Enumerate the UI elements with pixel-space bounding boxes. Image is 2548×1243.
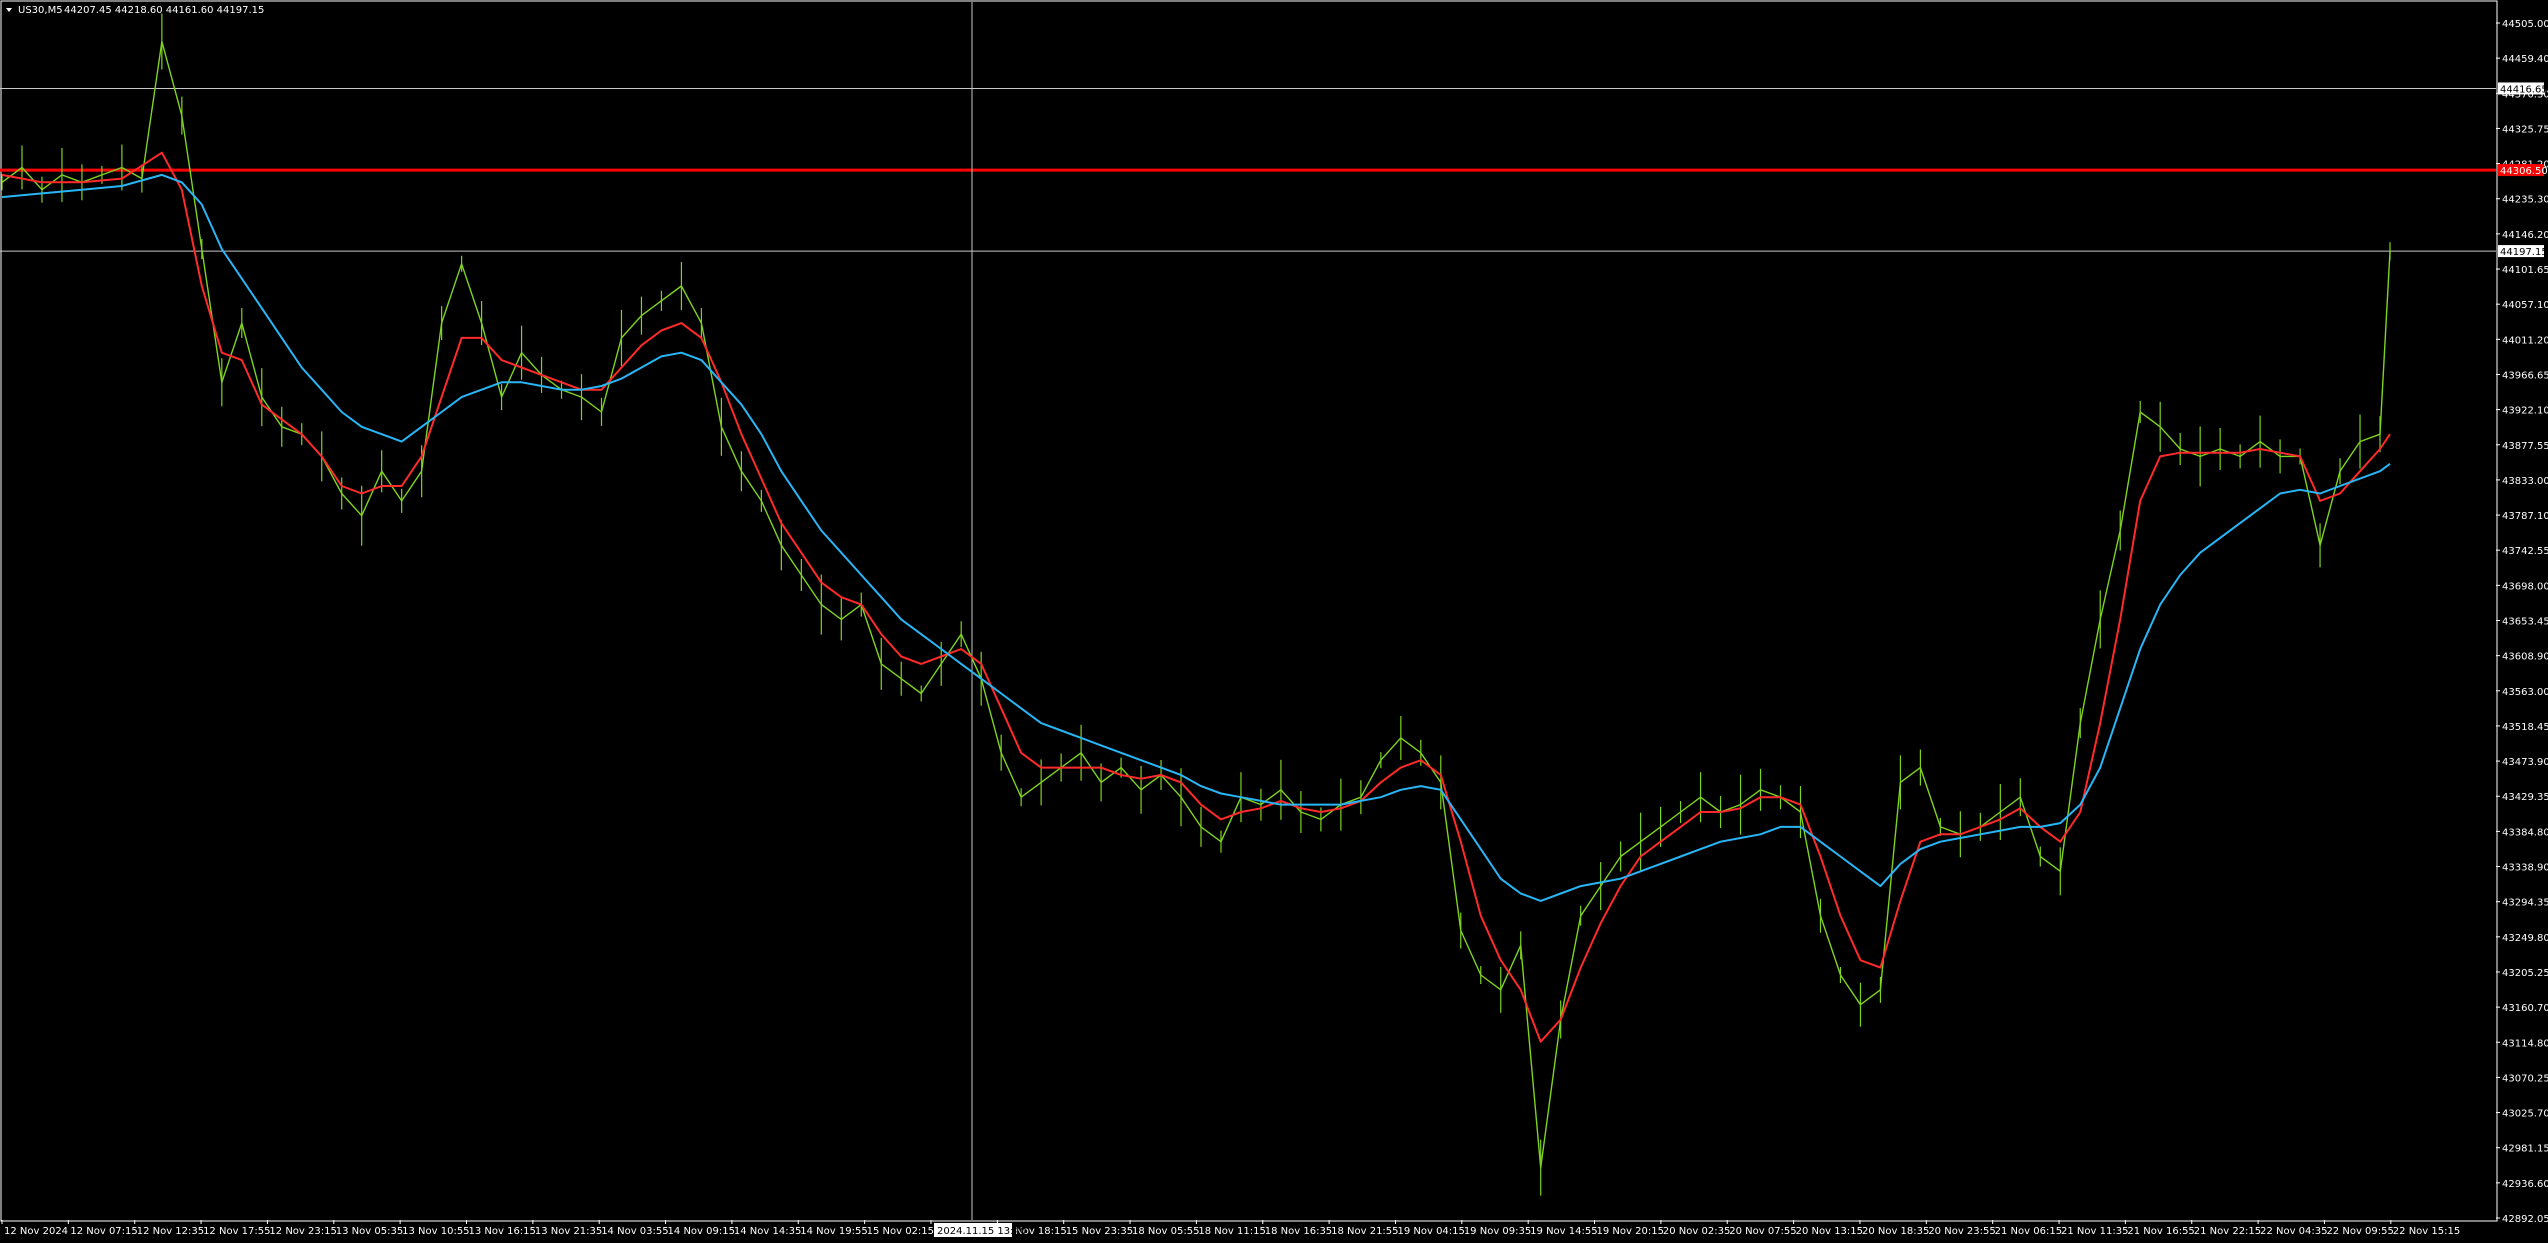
price-axis-label: 43608.90 [2502, 652, 2548, 663]
crosshair-time-label: 2024.11.15 13:40 [937, 1226, 1026, 1237]
price-axis-label: 43877.55 [2502, 441, 2548, 452]
chart-header: US30,M5 44207.45 44218.60 44161.60 44197… [6, 5, 264, 16]
time-axis-label: 18 Nov 16:35 [1265, 1226, 1332, 1237]
time-axis-label: 12 Nov 07:15 [70, 1226, 137, 1237]
price-axis-label: 43294.35 [2502, 898, 2548, 909]
time-axis-label: 21 Nov 11:35 [2061, 1226, 2128, 1237]
price-axis-label: 44325.75 [2502, 124, 2548, 135]
time-axis-label: 14 Nov 09:15 [668, 1226, 735, 1237]
price-axis-label: 43653.45 [2502, 617, 2548, 628]
time-axis-label: 19 Nov 09:35 [1464, 1226, 1531, 1237]
time-axis-label: 20 Nov 07:55 [1729, 1226, 1796, 1237]
time-axis-label: 22 Nov 15:15 [2393, 1226, 2460, 1237]
time-axis-label: 14 Nov 03:55 [601, 1226, 668, 1237]
time-axis-label: 14 Nov 19:55 [800, 1226, 867, 1237]
price-axis-label: 43205.25 [2502, 968, 2548, 979]
price-tag-label: 44416.65 [2500, 84, 2548, 95]
price-tag-label: 44197.15 [2500, 247, 2548, 258]
time-axis-label: 13 Nov 21:35 [535, 1226, 602, 1237]
time-axis-label: 20 Nov 23:55 [1928, 1226, 1995, 1237]
time-axis-label: 12 Nov 23:15 [269, 1226, 336, 1237]
price-axis-label: 42981.15 [2502, 1144, 2548, 1155]
price-tag-label: 44306.50 [2500, 166, 2548, 177]
price-axis-label: 43473.90 [2502, 757, 2548, 768]
time-axis-label: 15 Nov 02:15 [867, 1226, 934, 1237]
time-axis-label: 13 Nov 10:55 [402, 1226, 469, 1237]
time-axis-label: 12 Nov 17:55 [203, 1226, 270, 1237]
price-axis-label: 44101.65 [2502, 265, 2548, 276]
time-axis-label: 19 Nov 20:15 [1597, 1226, 1664, 1237]
time-axis-label: 12 Nov 2024 [4, 1226, 68, 1237]
price-axis-label: 42892.05 [2502, 1214, 2548, 1225]
price-axis-label: 43787.10 [2502, 511, 2548, 522]
price-axis-label: 44505.00 [2502, 19, 2548, 30]
time-axis-label: 19 Nov 14:55 [1530, 1226, 1597, 1237]
price-axis-label: 43518.45 [2502, 722, 2548, 733]
time-axis-label: 14 Nov 14:35 [734, 1226, 801, 1237]
time-axis-label: 18 Nov 11:15 [1198, 1226, 1265, 1237]
price-axis-label: 42936.60 [2502, 1179, 2548, 1190]
price-axis-label: 43249.80 [2502, 933, 2548, 944]
price-axis-label: 43070.25 [2502, 1073, 2548, 1084]
price-chart-svg[interactable]: 44505.0044459.4044370.3044325.7544281.20… [0, 0, 2548, 1243]
price-axis-label: 43429.35 [2502, 792, 2548, 803]
time-axis-label: 22 Nov 04:35 [2260, 1226, 2327, 1237]
time-axis-label: 21 Nov 06:15 [1995, 1226, 2062, 1237]
time-axis-label: 20 Nov 18:35 [1862, 1226, 1929, 1237]
price-axis-label: 43025.70 [2502, 1109, 2548, 1120]
time-axis-label: 12 Nov 12:35 [137, 1226, 204, 1237]
chart[interactable]: 44505.0044459.4044370.3044325.7544281.20… [0, 0, 2548, 1243]
price-axis-label: 44459.40 [2502, 54, 2548, 65]
price-axis-label: 43563.00 [2502, 687, 2548, 698]
price-axis-label: 43742.55 [2502, 546, 2548, 557]
time-axis-label: 21 Nov 16:55 [2127, 1226, 2194, 1237]
time-axis-label: 18 Nov 05:55 [1132, 1226, 1199, 1237]
price-axis-label: 44011.20 [2502, 335, 2548, 346]
time-axis-label: 22 Nov 09:55 [2326, 1226, 2393, 1237]
price-axis-label: 43922.10 [2502, 406, 2548, 417]
price-axis-label: 44057.10 [2502, 300, 2548, 311]
price-axis-label: 43114.80 [2502, 1038, 2548, 1049]
time-axis-label: 15 Nov 23:35 [1066, 1226, 1133, 1237]
price-axis-label: 43698.00 [2502, 581, 2548, 592]
price-axis-label: 43833.00 [2502, 476, 2548, 487]
time-axis-label: 18 Nov 21:55 [1331, 1226, 1398, 1237]
price-axis-label: 44146.20 [2502, 230, 2548, 241]
time-axis-label: 20 Nov 13:15 [1796, 1226, 1863, 1237]
time-axis-label: 13 Nov 05:35 [336, 1226, 403, 1237]
chart-background [0, 0, 2548, 1243]
ohlc-readout: 44207.45 44218.60 44161.60 44197.15 [64, 5, 264, 16]
time-axis-label: 13 Nov 16:15 [468, 1226, 535, 1237]
time-axis-label: 21 Nov 22:15 [2194, 1226, 2261, 1237]
time-axis-label: 19 Nov 04:15 [1397, 1226, 1464, 1237]
price-axis-label: 43160.70 [2502, 1003, 2548, 1014]
price-axis-label: 44235.30 [2502, 195, 2548, 206]
price-axis-label: 43338.90 [2502, 863, 2548, 874]
price-axis-label: 43966.65 [2502, 370, 2548, 381]
symbol-label: US30,M5 [18, 5, 63, 16]
price-axis-label: 43384.80 [2502, 827, 2548, 838]
time-axis-label: 20 Nov 02:35 [1663, 1226, 1730, 1237]
